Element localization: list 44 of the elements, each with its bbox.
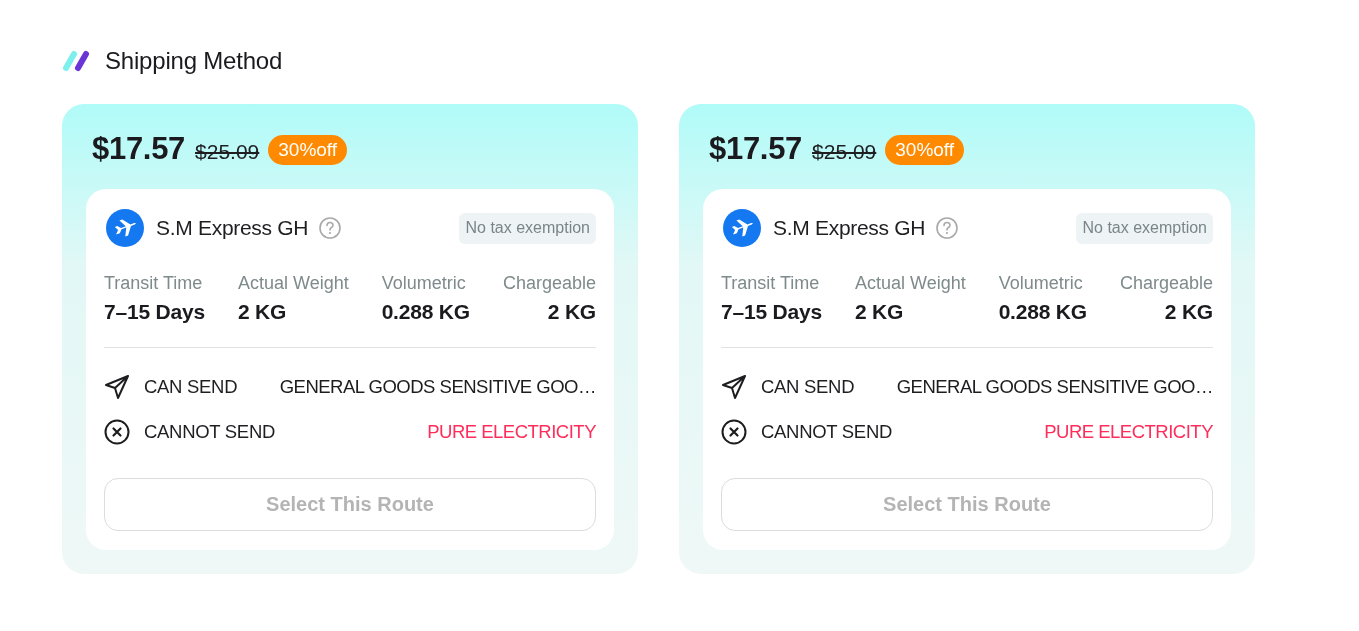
discount-badge: 30%off [885,135,965,165]
rule-label: CANNOT SEND [761,421,892,443]
stat-label: Chargeable [1119,272,1213,294]
price: $17.57 [92,131,186,167]
rule-label: CAN SEND [761,376,855,398]
rule-label: CAN SEND [144,376,238,398]
stat-value: 2 KG [237,300,288,324]
stat-label: Actual Weight [237,272,349,294]
carrier-name: S.M Express GH [773,216,926,240]
help-icon[interactable] [319,217,342,239]
original-price: $25.09 [812,140,877,164]
original-price: $25.09 [195,140,260,164]
stat-value: 0.288 KG [381,300,470,324]
stat-value: 7–15 Days [721,300,822,324]
price: $17.57 [709,131,803,167]
rule-value: PURE ELECTRICITY [1044,421,1213,443]
x-circle-icon [104,419,130,445]
discount-badge: 30%off [268,135,348,165]
paper-plane-icon [721,374,747,400]
x-circle-icon [721,419,747,445]
double-slash-icon [62,50,90,72]
stat-label: Transit Time [721,272,821,294]
stat-value: 2 KG [854,300,905,324]
tax-tag: No tax exemption [459,212,596,244]
section-title: Shipping Method [105,47,283,75]
rule-label: CANNOT SEND [144,421,275,443]
stat-label: Volumetric [381,272,467,294]
stat-label: Volumetric [998,272,1084,294]
airplane-icon [106,209,144,247]
stat-value: 2 KG [1164,300,1213,324]
stat-label: Transit Time [104,272,204,294]
airplane-icon [723,209,761,247]
stat-value: 2 KG [547,300,596,324]
carrier-name: S.M Express GH [156,216,309,240]
rule-value: GENERAL GOODS SENSITIVE GOO… [896,376,1213,398]
stat-label: Chargeable [502,272,596,294]
stat-value: 7–15 Days [104,300,205,324]
rule-value: GENERAL GOODS SENSITIVE GOO… [279,376,596,398]
stat-value: 0.288 KG [998,300,1087,324]
stat-label: Actual Weight [854,272,966,294]
paper-plane-icon [104,374,130,400]
rule-value: PURE ELECTRICITY [427,421,596,443]
tax-tag: No tax exemption [1076,212,1213,244]
help-icon[interactable] [936,217,959,239]
